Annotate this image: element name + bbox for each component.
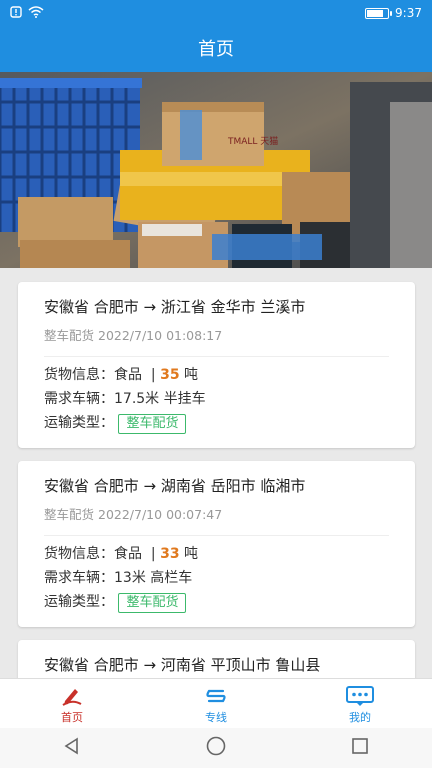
goods-label: 货物信息： (44, 367, 114, 383)
meta-type: 整车配货 (44, 328, 95, 343)
tab-routes-label: 专线 (205, 711, 227, 724)
status-bar: 9:37 (0, 0, 432, 28)
card-meta: 整车配货 2022/7/10 01:08:17 (44, 325, 389, 357)
goods-row: 货物信息：食品 | 33 吨 (44, 545, 389, 563)
vehicle-row: 需求车辆：13米 高栏车 (44, 569, 389, 587)
notification-icon (10, 6, 22, 21)
transport-tag: 整车配货 (118, 414, 187, 434)
tab-mine-label: 我的 (349, 711, 371, 724)
goods-row: 货物信息：食品 | 35 吨 (44, 366, 389, 384)
status-time: 9:37 (395, 6, 422, 20)
transport-label: 运输类型： (44, 415, 114, 431)
tab-routes[interactable]: 专线 (144, 679, 288, 728)
chat-icon (288, 685, 432, 707)
meta-type: 整车配货 (44, 507, 95, 522)
cargo-list[interactable]: 安徽省 合肥市 → 浙江省 金华市 兰溪市 整车配货 2022/7/10 01:… (0, 268, 432, 678)
goods-name: 食品 (114, 546, 142, 562)
tab-mine[interactable]: 我的 (288, 679, 432, 728)
back-icon[interactable] (62, 736, 82, 760)
page-title: 首页 (198, 39, 234, 60)
cargo-card[interactable]: 安徽省 合肥市 → 河南省 平顶山市 鲁山县 (18, 640, 415, 678)
tab-home-label: 首页 (61, 711, 83, 724)
meta-time: 2022/7/10 00:07:47 (98, 507, 223, 522)
transport-row: 运输类型： 整车配货 (44, 414, 389, 434)
app-header: 首页 (0, 28, 432, 72)
banner-image[interactable]: TMALL 天猫 (0, 72, 432, 268)
wifi-icon (28, 6, 44, 21)
vehicle-value: 17.5米 半挂车 (114, 391, 206, 407)
card-meta: 整车配货 2022/7/10 00:07:47 (44, 504, 389, 536)
box-brand-text: TMALL 天猫 (227, 135, 278, 147)
vehicle-label: 需求车辆： (44, 391, 114, 407)
home-circle-icon[interactable] (205, 735, 227, 761)
goods-quantity: 33 (160, 546, 180, 562)
meta-time: 2022/7/10 01:08:17 (98, 328, 223, 343)
vehicle-label: 需求车辆： (44, 570, 114, 586)
home-edit-icon (0, 685, 144, 707)
goods-separator: | (150, 367, 156, 383)
cargo-card[interactable]: 安徽省 合肥市 → 浙江省 金华市 兰溪市 整车配货 2022/7/10 01:… (18, 282, 415, 448)
route-title: 安徽省 合肥市 → 湖南省 岳阳市 临湘市 (44, 477, 306, 495)
recents-square-icon[interactable] (350, 736, 370, 760)
route-title: 安徽省 合肥市 → 浙江省 金华市 兰溪市 (44, 298, 306, 316)
goods-name: 食品 (114, 367, 142, 383)
transport-tag: 整车配货 (118, 593, 187, 613)
transport-label: 运输类型： (44, 594, 114, 610)
cargo-card[interactable]: 安徽省 合肥市 → 湖南省 岳阳市 临湘市 整车配货 2022/7/10 00:… (18, 461, 415, 627)
system-nav-bar (0, 728, 432, 768)
goods-unit: 吨 (184, 367, 199, 383)
goods-quantity: 35 (160, 367, 180, 383)
vehicle-row: 需求车辆：17.5米 半挂车 (44, 390, 389, 408)
goods-separator: | (150, 546, 156, 562)
tab-home[interactable]: 首页 (0, 679, 144, 728)
goods-unit: 吨 (184, 546, 199, 562)
battery-icon (365, 7, 393, 19)
bottom-tab-bar: 首页 专线 我的 (0, 678, 432, 728)
vehicle-value: 13米 高栏车 (114, 570, 193, 586)
route-title: 安徽省 合肥市 → 河南省 平顶山市 鲁山县 (44, 656, 321, 674)
transport-row: 运输类型： 整车配货 (44, 593, 389, 613)
route-icon (144, 685, 288, 707)
goods-label: 货物信息： (44, 546, 114, 562)
